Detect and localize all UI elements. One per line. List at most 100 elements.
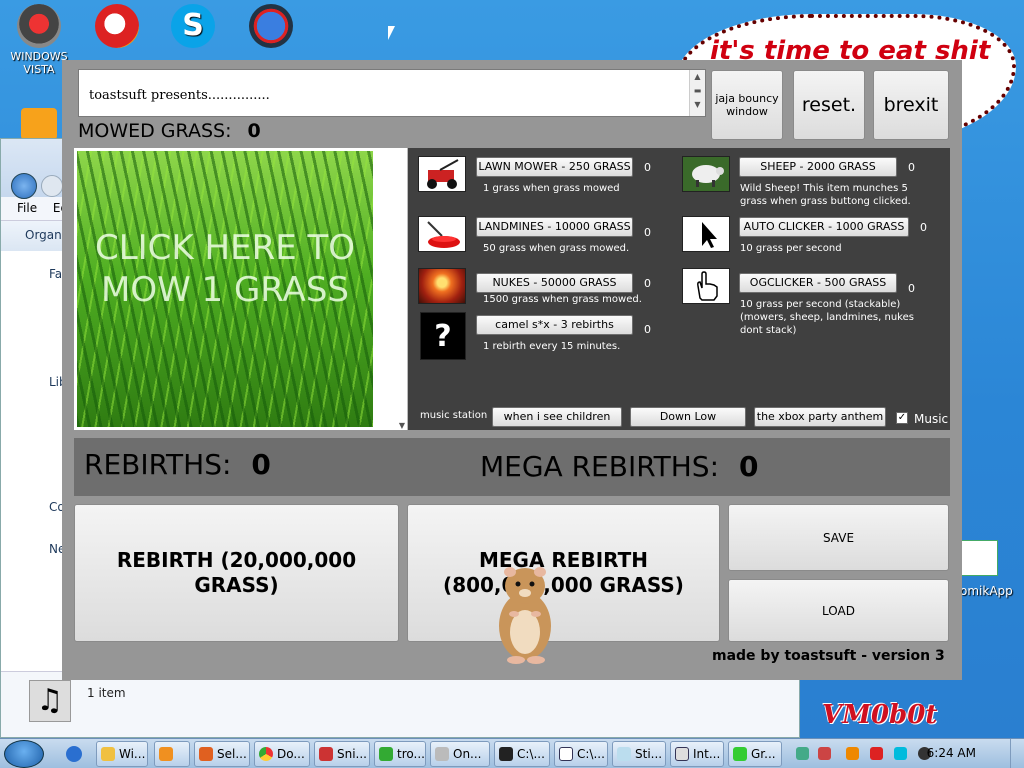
scroll-down-arrow-icon[interactable]: ▼ — [399, 421, 405, 430]
sticky-note-icon — [617, 747, 631, 761]
desktop-icon-p-app[interactable] — [82, 4, 152, 50]
desktop-icon-label: WINDOWS VISTA — [10, 50, 68, 76]
presents-text: toastsuft presents............... — [89, 88, 270, 103]
jaja-bouncy-window-button[interactable]: jaja bouncy window — [711, 70, 783, 140]
question-mark-icon: ? — [420, 312, 466, 360]
start-button-icon[interactable] — [4, 740, 44, 768]
app-icon — [199, 747, 213, 761]
task-internet[interactable]: Int... — [670, 741, 724, 767]
task-7zip[interactable]: C:\... — [494, 741, 550, 767]
presents-text-box[interactable]: toastsuft presents............... ▲ ▬ ▼ — [78, 69, 706, 117]
task-cmd[interactable]: C:\... — [554, 741, 608, 767]
music-checkbox-label: Music — [914, 412, 949, 426]
buy-landmines-button[interactable]: LANDMINES - 10000 GRASS — [476, 217, 633, 237]
sheep-count: 0 — [908, 161, 915, 174]
buy-ogclicker-button[interactable]: OGCLICKER - 500 GRASS — [739, 273, 897, 293]
ogclicker-desc: 10 grass per second (stackable) (mowers,… — [740, 299, 914, 336]
task-label: On... — [453, 747, 482, 761]
task-sticky-notes[interactable]: Sti... — [612, 741, 666, 767]
organize-button[interactable]: Organi — [25, 228, 65, 242]
mow-grass-text: CLICK HERE TO MOW 1 GRASS — [94, 228, 356, 310]
dancing-hamster-image — [499, 567, 551, 664]
buy-lawn-mower-button[interactable]: LAWN MOWER - 250 GRASS — [476, 157, 633, 177]
task-label: C:\... — [577, 747, 605, 761]
task-grass-game[interactable]: Gr... — [728, 741, 782, 767]
track-when-i-see-children-button[interactable]: when i see children — [492, 407, 622, 427]
credit-text: made by toastsuft - version 3 — [712, 648, 945, 664]
task-media-player[interactable] — [154, 741, 190, 767]
buy-nukes-button[interactable]: NUKES - 50000 GRASS — [476, 273, 633, 293]
show-desktop-button[interactable] — [1010, 739, 1024, 768]
task-tro[interactable]: tro... — [374, 741, 426, 767]
text-box-scrollbar[interactable]: ▲ ▬ ▼ — [689, 70, 705, 116]
music-checkbox[interactable]: ✓ — [896, 412, 908, 424]
task-sel[interactable]: Sel... — [194, 741, 250, 767]
media-player-icon — [159, 747, 173, 761]
comik-app-label: omikApp — [960, 584, 1013, 598]
mowed-grass-value: 0 — [247, 120, 261, 142]
load-button[interactable]: LOAD — [728, 579, 949, 642]
back-arrow-icon[interactable] — [11, 173, 37, 199]
orange-folder-icon — [21, 108, 57, 140]
ogclicker-count: 0 — [908, 282, 915, 295]
task-label: tro... — [397, 747, 425, 761]
taskbar: Wi... Sel... Do... Sni... tro... On... C… — [0, 738, 1024, 768]
sheep-desc: Wild Sheep! This item munches 5 grass wh… — [740, 183, 911, 207]
task-label: C:\... — [517, 747, 545, 761]
explorer-status-bar: ♫ 1 item — [1, 671, 799, 737]
buy-auto-clicker-button[interactable]: AUTO CLICKER - 1000 GRASS — [739, 217, 909, 237]
auto-clicker-count: 0 — [920, 221, 927, 234]
tray-network-icon[interactable] — [796, 747, 809, 760]
chrome-icon — [259, 747, 273, 761]
rebirths-value: 0 — [251, 448, 271, 481]
skype-icon: S — [171, 4, 215, 48]
mowed-grass-counter: MOWED GRASS: 0 — [78, 120, 261, 142]
item-count: 1 item — [87, 686, 126, 700]
grass-scroll-panel[interactable]: ▼ — [376, 148, 408, 430]
desktop-icon-skype[interactable]: S — [158, 4, 228, 50]
track-xbox-party-anthem-button[interactable]: the xbox party anthem — [754, 407, 886, 427]
ie-quicklaunch-icon[interactable] — [66, 746, 82, 762]
buy-camel-button[interactable]: camel s*x - 3 rebirths — [476, 315, 633, 335]
tray-display-icon[interactable] — [894, 747, 907, 760]
task-windows-explorer[interactable]: Wi... — [96, 741, 148, 767]
lawn-mower-icon — [418, 156, 466, 192]
tray-flag-icon[interactable] — [870, 747, 883, 760]
landmines-count: 0 — [644, 226, 651, 239]
forward-arrow-icon[interactable] — [41, 175, 63, 197]
buy-sheep-button[interactable]: SHEEP - 2000 GRASS — [739, 157, 897, 177]
task-snipping[interactable]: Sni... — [314, 741, 370, 767]
sidebar-item-favorites[interactable]: Fa — [49, 267, 62, 281]
reset-button[interactable]: reset. — [793, 70, 865, 140]
tray-search-icon[interactable] — [846, 747, 859, 760]
menu-file[interactable]: File — [17, 201, 37, 215]
task-label: Sel... — [217, 747, 247, 761]
rebirth-button[interactable]: REBIRTH (20,000,000 GRASS) — [74, 504, 399, 642]
window-icon — [675, 747, 689, 761]
taskbar-clock[interactable]: 6:24 AM — [927, 746, 976, 760]
window-icon — [559, 747, 573, 761]
task-onscreen-keyboard[interactable]: On... — [430, 741, 490, 767]
7zip-icon — [499, 747, 513, 761]
lawn-mower-count: 0 — [644, 161, 651, 174]
globe-icon — [249, 4, 293, 48]
nuke-explosion-icon — [418, 268, 466, 304]
mega-rebirth-button[interactable]: MEGA REBIRTH (800,000,000 GRASS) — [407, 504, 720, 642]
camel-count: 0 — [644, 323, 651, 336]
desktop-icon-globe[interactable] — [236, 4, 306, 50]
save-button[interactable]: SAVE — [728, 504, 949, 571]
play-icon — [733, 747, 747, 761]
hand-cursor-icon — [682, 268, 730, 304]
tray-app-icon[interactable] — [818, 747, 831, 760]
brexit-button[interactable]: brexit — [873, 70, 949, 140]
rebirths-counter: REBIRTHS: 0 — [84, 448, 271, 481]
music-note-icon: ♫ — [29, 680, 71, 722]
folder-icon — [101, 747, 115, 761]
mow-grass-button[interactable]: CLICK HERE TO MOW 1 GRASS — [74, 148, 376, 430]
task-chrome[interactable]: Do... — [254, 741, 310, 767]
track-down-low-button[interactable]: Down Low — [630, 407, 746, 427]
task-label: Gr... — [751, 747, 776, 761]
mega-rebirths-label: MEGA REBIRTHS: — [480, 450, 719, 483]
landmines-desc: 50 grass when grass mowed. — [483, 243, 630, 254]
nukes-desc: 1500 grass when grass mowed. — [483, 294, 642, 305]
